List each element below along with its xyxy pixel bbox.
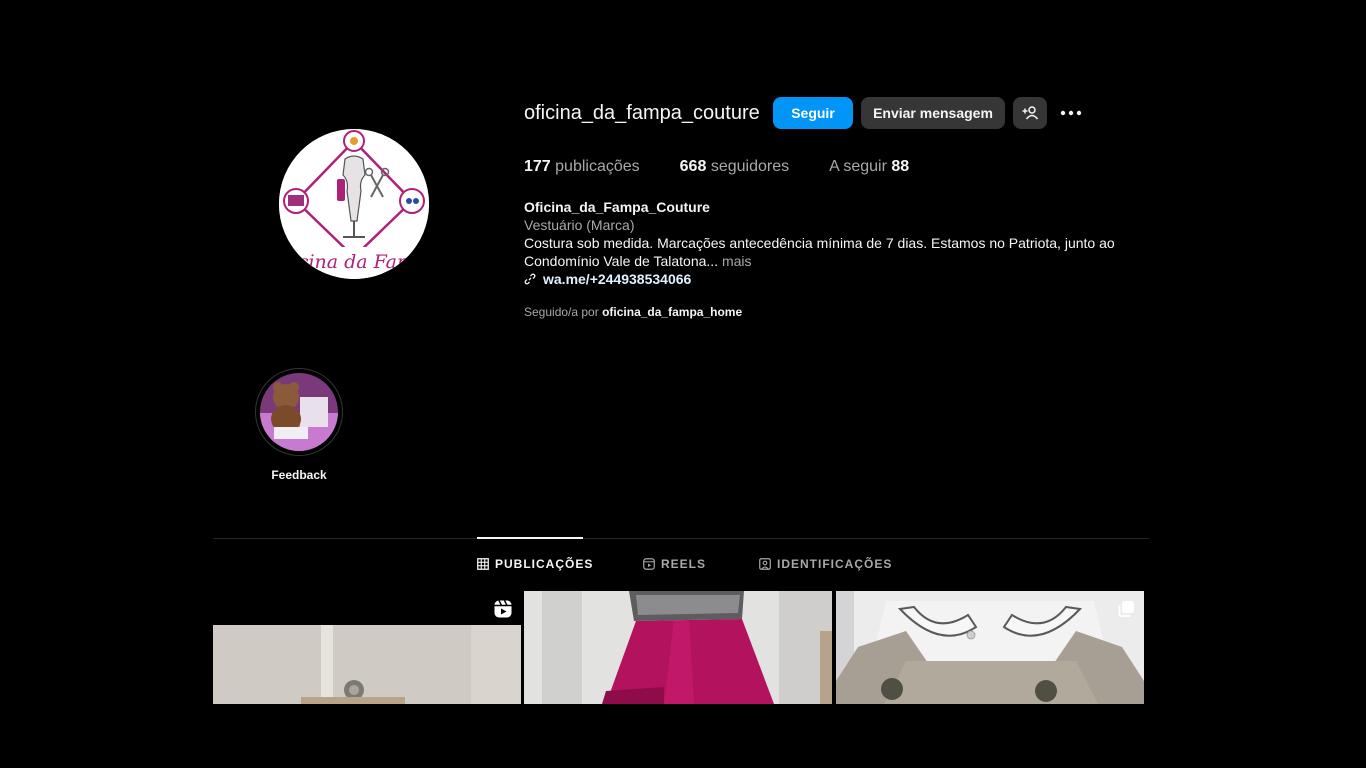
followed-by-prefix: Seguido/a por: [524, 305, 599, 319]
svg-text:Oficina da Fampa: Oficina da Fampa: [279, 251, 429, 273]
bio-name: Oficina_da_Fampa_Couture: [524, 199, 710, 215]
profile-username: oficina_da_fampa_couture: [524, 102, 760, 124]
send-message-button[interactable]: Enviar mensagem: [861, 97, 1005, 129]
following-label: A seguir: [829, 158, 887, 175]
tab-posts[interactable]: PUBLICAÇÕES: [477, 557, 593, 571]
post-thumbnail[interactable]: [524, 591, 832, 704]
link-icon: [524, 273, 536, 285]
tabs-divider: [213, 538, 1149, 539]
more-options-button[interactable]: [1059, 102, 1083, 124]
bio-external-link[interactable]: wa.me/+244938534066: [524, 270, 1124, 288]
highlight-ring: [255, 368, 343, 456]
profile-stats: 177 publicações 668 seguidores A seguir …: [524, 158, 909, 176]
carousel-icon: [1118, 601, 1134, 617]
add-user-icon: [1022, 106, 1039, 120]
post-thumbnail[interactable]: [213, 591, 521, 704]
posts-count-value: 177: [524, 158, 551, 175]
highlight-label: Feedback: [271, 468, 327, 482]
more-options-icon: [1060, 110, 1082, 116]
story-highlight-feedback[interactable]: Feedback: [255, 368, 343, 482]
tab-posts-label: PUBLICAÇÕES: [495, 557, 594, 571]
tab-tagged[interactable]: IDENTIFICAÇÕES: [759, 557, 892, 571]
followers-count-label: seguidores: [710, 158, 790, 175]
profile-avatar[interactable]: Oficina da Fampa: [279, 129, 429, 279]
profile-tabs: PUBLICAÇÕES REELS IDENTIFICAÇÕES: [0, 557, 1366, 575]
post-image: [836, 591, 1144, 704]
posts-count: 177 publicações: [524, 158, 640, 176]
post-thumbnail[interactable]: [836, 591, 1144, 704]
profile-logo-icon: Oficina da Fampa: [279, 129, 429, 279]
follow-button[interactable]: Seguir: [773, 97, 853, 129]
suggest-users-button[interactable]: [1013, 97, 1047, 129]
posts-count-label: publicações: [555, 158, 640, 175]
tab-reels[interactable]: REELS: [643, 557, 706, 571]
grid-icon: [477, 558, 489, 570]
following-link[interactable]: A seguir 88: [829, 158, 909, 176]
followed-by[interactable]: Seguido/a por oficina_da_fampa_home: [524, 305, 742, 319]
bio-category: Vestuário (Marca): [524, 217, 635, 233]
reels-icon: [494, 600, 512, 618]
post-image: [524, 591, 832, 704]
bio-description-text: Costura sob medida. Marcações antecedênc…: [524, 235, 1115, 269]
followed-by-user: oficina_da_fampa_home: [602, 305, 743, 319]
tagged-icon: [759, 558, 771, 570]
bio-description: Costura sob medida. Marcações antecedênc…: [524, 234, 1124, 270]
reels-icon: [643, 558, 655, 570]
following-count-value: 88: [891, 158, 910, 175]
followers-link[interactable]: 668 seguidores: [680, 158, 789, 176]
tab-tagged-label: IDENTIFICAÇÕES: [777, 557, 893, 571]
bio-link-text: wa.me/+244938534066: [543, 271, 692, 287]
followers-count-value: 668: [679, 158, 707, 175]
profile-bio: Oficina_da_Fampa_Couture Vestuário (Marc…: [524, 198, 1124, 288]
active-tab-indicator: [477, 537, 583, 539]
bio-more-link[interactable]: mais: [722, 253, 752, 269]
tab-reels-label: REELS: [661, 557, 707, 571]
post-image: [213, 591, 521, 704]
highlight-cover-icon: [260, 373, 338, 451]
